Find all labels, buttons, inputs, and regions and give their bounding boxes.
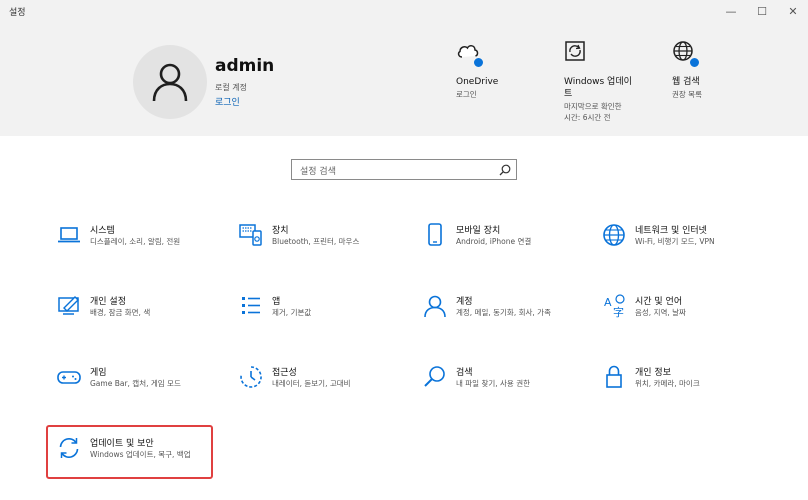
category-devices[interactable]: 장치 Bluetooth, 프린터, 마우스 <box>229 222 394 274</box>
category-title: 계정 <box>456 297 473 307</box>
windows-update-sub-line2: 시간: 6시간 전 <box>564 113 611 122</box>
svg-text:A: A <box>604 296 612 309</box>
category-title: 모바일 장치 <box>456 226 501 236</box>
minimize-button[interactable]: — <box>716 0 746 22</box>
category-update-security[interactable]: 업데이트 및 보안 Windows 업데이트, 복구, 백업 <box>47 435 212 487</box>
category-subtitle: Android, iPhone 연결 <box>456 237 532 246</box>
personalization-icon <box>58 296 79 315</box>
onedrive-sub: 로그인 <box>456 90 477 99</box>
gamepad-icon <box>57 371 81 384</box>
header-item-onedrive[interactable]: OneDrive 로그인 <box>456 40 498 100</box>
header-item-windows-update[interactable]: Windows 업데이 트 마지막으로 확인한 시간: 6시간 전 <box>564 40 632 123</box>
person-icon <box>424 295 446 318</box>
window-title: 설정 <box>9 8 26 18</box>
windows-update-title: Windows 업데이 트 <box>564 76 632 100</box>
category-privacy[interactable]: 개인 정보 위치, 카메라, 마이크 <box>592 364 757 416</box>
title-bar: 설정 — ☐ ✕ <box>0 0 808 22</box>
account-type: 로컬 계정 <box>215 83 247 92</box>
accessibility-icon <box>240 366 262 388</box>
category-network-internet[interactable]: 네트워크 및 인터넷 Wi-Fi, 비행기 모드, VPN <box>592 222 757 274</box>
category-subtitle: Game Bar, 캡처, 게임 모드 <box>90 379 181 388</box>
update-icon <box>59 438 79 458</box>
category-subtitle: 내레이터, 돋보기, 고대비 <box>272 379 351 388</box>
category-search[interactable]: 검색 내 파일 찾기, 사용 권한 <box>413 364 578 416</box>
category-title: 장치 <box>272 226 289 236</box>
category-system[interactable]: 시스템 디스플레이, 소리, 알림, 전원 <box>47 222 212 274</box>
category-subtitle: Windows 업데이트, 복구, 백업 <box>90 450 191 459</box>
category-subtitle: Bluetooth, 프린터, 마우스 <box>272 237 360 246</box>
web-search-title: 웹 검색 <box>672 77 700 87</box>
category-title: 시스템 <box>90 226 115 236</box>
time-language-icon: A 字 <box>604 294 625 319</box>
web-search-sub: 권장 목록 <box>672 90 702 99</box>
close-button[interactable]: ✕ <box>778 0 808 22</box>
status-dot <box>473 57 484 68</box>
category-subtitle: Wi-Fi, 비행기 모드, VPN <box>635 237 715 246</box>
windows-update-sub-line1: 마지막으로 확인한 <box>564 102 622 111</box>
search-input[interactable]: 설정 검색 <box>291 159 517 180</box>
person-icon <box>152 63 188 102</box>
globe-icon <box>603 224 625 246</box>
search-placeholder: 설정 검색 <box>300 167 336 177</box>
onedrive-title: OneDrive <box>456 77 499 87</box>
lock-icon <box>606 365 622 388</box>
category-time-language[interactable]: A 字 시간 및 언어 음성, 지역, 날짜 <box>592 293 757 345</box>
category-subtitle: 디스플레이, 소리, 알림, 전원 <box>90 237 181 246</box>
maximize-button[interactable]: ☐ <box>747 0 777 22</box>
windows-update-icon <box>565 41 585 61</box>
account-header: admin 로컬 계정 로그인 OneDrive 로그인 Windows 업데이… <box>0 22 808 136</box>
category-subtitle: 내 파일 찾기, 사용 권한 <box>456 379 531 388</box>
apps-icon <box>242 297 260 314</box>
category-subtitle: 위치, 카메라, 마이크 <box>635 379 700 388</box>
category-title: 게임 <box>90 368 107 378</box>
category-gaming[interactable]: 게임 Game Bar, 캡처, 게임 모드 <box>47 364 212 416</box>
windows-update-title-line2: 트 <box>564 89 573 99</box>
category-title: 네트워크 및 인터넷 <box>635 226 707 236</box>
category-apps[interactable]: 앱 제거, 기본값 <box>229 293 394 345</box>
category-mobile-devices[interactable]: 모바일 장치 Android, iPhone 연결 <box>413 222 578 274</box>
laptop-icon <box>58 227 80 243</box>
devices-icon <box>239 224 262 246</box>
category-accounts[interactable]: 계정 계정, 메일, 동기화, 회사, 가족 <box>413 293 578 345</box>
windows-update-title-line1: Windows 업데이 <box>564 77 632 87</box>
category-title: 개인 정보 <box>635 368 671 378</box>
search-icon <box>424 366 445 387</box>
category-title: 접근성 <box>272 368 297 378</box>
category-subtitle: 음성, 지역, 날짜 <box>635 308 686 317</box>
phone-icon <box>428 223 442 246</box>
category-subtitle: 제거, 기본값 <box>272 308 312 317</box>
category-title: 앱 <box>272 297 281 307</box>
category-accessibility[interactable]: 접근성 내레이터, 돋보기, 고대비 <box>229 364 394 416</box>
category-subtitle: 계정, 메일, 동기화, 회사, 가족 <box>456 308 551 317</box>
category-personalization[interactable]: 개인 설정 배경, 잠금 화면, 색 <box>47 293 212 345</box>
category-title: 개인 설정 <box>90 297 126 307</box>
category-title: 업데이트 및 보안 <box>90 439 154 449</box>
category-title: 시간 및 언어 <box>635 297 683 307</box>
login-link[interactable]: 로그인 <box>215 95 240 108</box>
category-title: 검색 <box>456 368 473 378</box>
category-subtitle: 배경, 잠금 화면, 색 <box>90 308 151 317</box>
header-item-web-search[interactable]: 웹 검색 권장 목록 <box>672 40 702 100</box>
search-icon <box>499 164 511 176</box>
status-dot <box>689 57 700 68</box>
windows-update-sub: 마지막으로 확인한 시간: 6시간 전 <box>564 101 632 123</box>
account-name: admin <box>215 56 275 76</box>
svg-text:字: 字 <box>613 305 624 319</box>
avatar <box>133 45 207 119</box>
